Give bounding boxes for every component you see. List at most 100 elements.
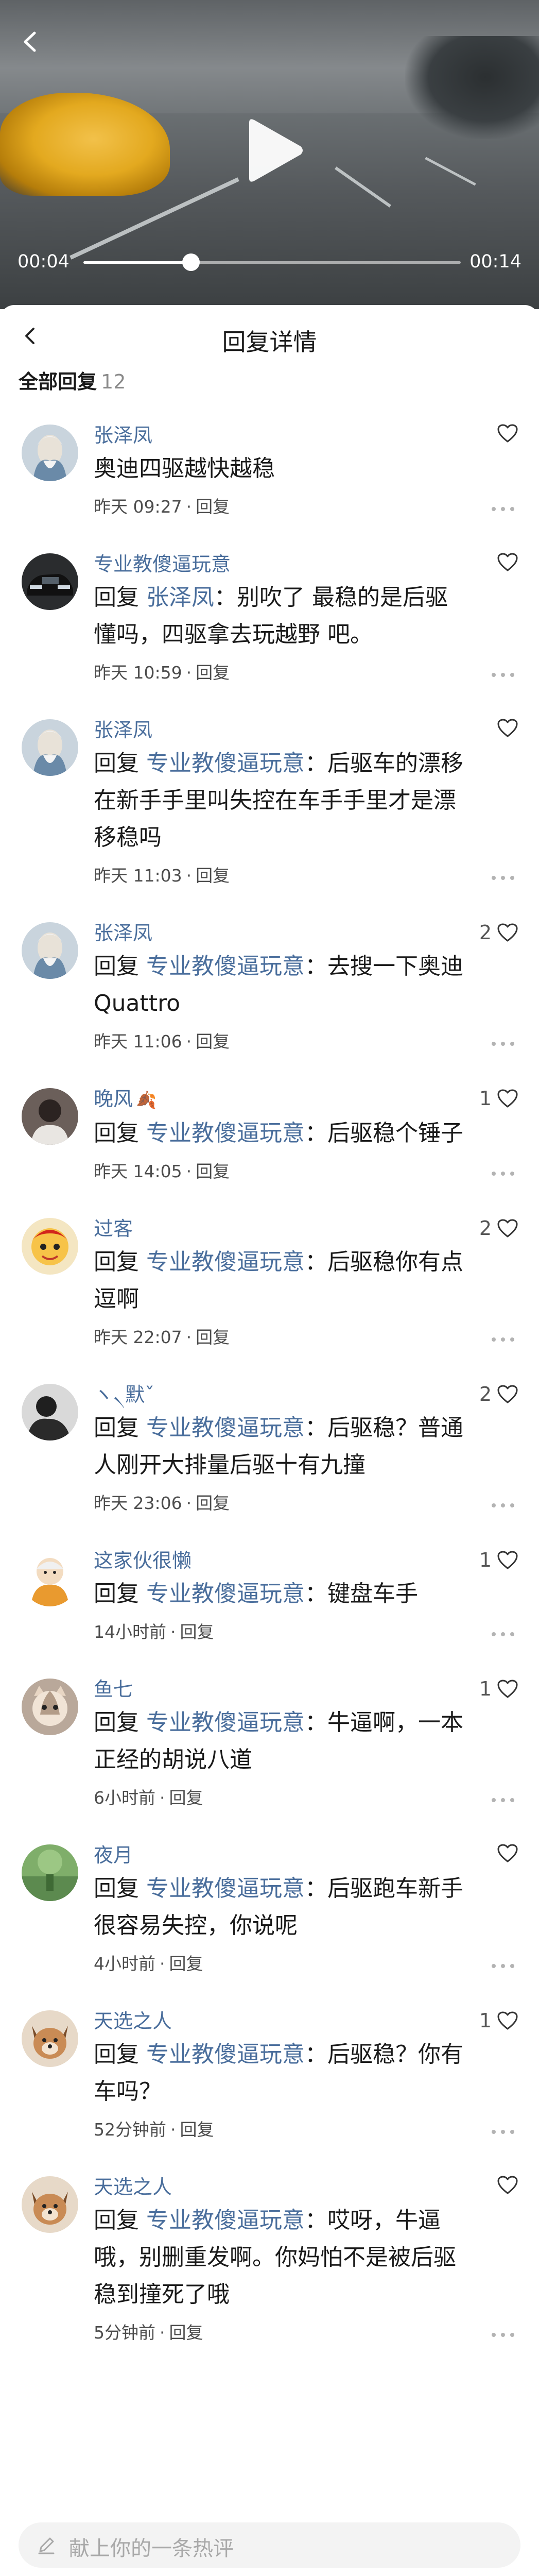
comment-item[interactable]: 张泽凤 回复 专业教傻逼玩意：后驱车的漂移在新手手里叫失控在车手手里才是漂移稳吗昨… — [0, 708, 539, 911]
comment-item[interactable]: 过客 回复 专业教傻逼玩意：后驱稳你有点逗啊 昨天 22:07 · 回复 2 — [0, 1207, 539, 1372]
more-options-icon[interactable] — [491, 1797, 515, 1803]
back-arrow-icon[interactable] — [18, 29, 43, 55]
reply-button[interactable]: 回复 — [196, 1493, 230, 1513]
username-text[interactable]: 夜月 — [94, 1844, 133, 1867]
comment-item[interactable]: 这家伙很懒 回复 专业教傻逼玩意：键盘车手 14小时前 · 回复 1 — [0, 1538, 539, 1667]
username-text[interactable]: 天选之人 — [94, 2176, 172, 2198]
username-text[interactable]: 专业教傻逼玩意 — [94, 553, 231, 575]
avatar[interactable] — [22, 425, 78, 481]
more-options-icon[interactable] — [491, 1171, 515, 1177]
avatar[interactable] — [22, 1088, 78, 1145]
mention-link[interactable]: 专业教傻逼玩意 — [146, 953, 305, 979]
comment-item[interactable]: 专业教傻逼玩意 回复 张泽凤：别吹了 最稳的是后驱懂吗，四驱拿去玩越野 吧。 昨天 … — [0, 542, 539, 708]
like-button[interactable] — [497, 423, 518, 443]
avatar[interactable] — [22, 1844, 78, 1901]
reply-button[interactable]: 回复 — [180, 1622, 214, 1642]
reply-button[interactable]: 回复 — [196, 1327, 230, 1347]
more-options-icon[interactable] — [491, 1041, 515, 1047]
username-text[interactable]: 这家伙很懒 — [94, 1549, 192, 1572]
reply-button[interactable]: 回复 — [196, 1161, 230, 1181]
username[interactable]: 晚风 🍂 — [94, 1080, 518, 1115]
comment-item[interactable]: ヽ৲默ˇ 回复 专业教傻逼玩意：后驱稳？普通人刚开大排量后驱十有九撞 昨天 23:0… — [0, 1372, 539, 1538]
mention-link[interactable]: 专业教傻逼玩意 — [146, 1415, 305, 1441]
avatar[interactable] — [22, 1550, 78, 1606]
like-button[interactable] — [497, 552, 518, 572]
mention-link[interactable]: 专业教傻逼玩意 — [146, 1120, 305, 1146]
mention-link[interactable]: 张泽凤 — [146, 584, 214, 611]
username[interactable]: 天选之人 — [94, 2002, 518, 2036]
more-options-icon[interactable] — [491, 2129, 515, 2135]
play-icon[interactable] — [242, 117, 305, 183]
username[interactable]: 过客 — [94, 1210, 518, 1244]
username[interactable]: 张泽凤 — [94, 416, 518, 450]
more-options-icon[interactable] — [491, 1631, 515, 1637]
avatar[interactable] — [22, 2176, 78, 2233]
comment-item[interactable]: 鱼七 回复 专业教傻逼玩意：牛逼啊，一本正经的胡说八道 6小时前 · 回复 1 — [0, 1667, 539, 1833]
like-button[interactable]: 2 — [479, 1217, 518, 1240]
comment-item[interactable]: 天选之人 回复 专业教傻逼玩意：后驱稳？你有车吗？ 52分钟前 · 回复 1 — [0, 1999, 539, 2165]
more-options-icon[interactable] — [491, 2332, 515, 2338]
mention-link[interactable]: 专业教傻逼玩意 — [146, 1581, 305, 1607]
comment-input[interactable]: 献上你的一条热评 — [19, 2522, 520, 2568]
more-options-icon[interactable] — [491, 1336, 515, 1343]
username-text[interactable]: 张泽凤 — [94, 719, 152, 741]
more-options-icon[interactable] — [491, 1502, 515, 1509]
username[interactable]: 天选之人 — [94, 2168, 518, 2202]
more-options-icon[interactable] — [491, 506, 515, 512]
like-button[interactable] — [497, 2175, 518, 2195]
avatar[interactable] — [22, 1218, 78, 1275]
username[interactable]: 鱼七 — [94, 1670, 518, 1704]
more-options-icon[interactable] — [491, 875, 515, 881]
like-button[interactable]: 2 — [479, 921, 518, 944]
mention-link[interactable]: 专业教傻逼玩意 — [146, 2207, 305, 2233]
video-player[interactable]: 00:04 00:14 — [0, 0, 539, 309]
like-button[interactable] — [497, 718, 518, 738]
avatar[interactable] — [22, 922, 78, 979]
avatar[interactable] — [22, 2010, 78, 2067]
mention-link[interactable]: 专业教傻逼玩意 — [146, 1249, 305, 1275]
mention-link[interactable]: 专业教傻逼玩意 — [146, 2041, 305, 2067]
avatar[interactable] — [22, 719, 78, 776]
comment-item[interactable]: 张泽凤 回复 专业教傻逼玩意：去搜一下奥迪Quattro 昨天 11:06 · 回复 2 — [0, 911, 539, 1077]
comment-item[interactable]: 张泽凤 奥迪四驱越快越稳 昨天 09:27 · 回复 — [0, 413, 539, 542]
reply-button[interactable]: 回复 — [196, 663, 230, 683]
progress-bar[interactable] — [83, 253, 461, 271]
like-button[interactable]: 1 — [479, 2009, 518, 2032]
username-text[interactable]: 晚风 — [94, 1088, 133, 1110]
avatar[interactable] — [22, 1384, 78, 1440]
reply-button[interactable]: 回复 — [169, 1954, 203, 1974]
username-text[interactable]: 张泽凤 — [94, 922, 152, 944]
username[interactable]: 夜月 — [94, 1836, 518, 1870]
username[interactable]: 这家伙很懒 — [94, 1541, 518, 1575]
like-button[interactable]: 1 — [479, 1549, 518, 1571]
mention-link[interactable]: 专业教傻逼玩意 — [146, 750, 305, 776]
reply-button[interactable]: 回复 — [196, 866, 230, 886]
username-text[interactable]: 天选之人 — [94, 2010, 172, 2032]
username[interactable]: 张泽凤 — [94, 914, 518, 948]
reply-button[interactable]: 回复 — [196, 1031, 230, 1052]
mention-link[interactable]: 专业教傻逼玩意 — [146, 1709, 305, 1736]
like-button[interactable]: 1 — [479, 1087, 518, 1110]
like-button[interactable]: 2 — [479, 1383, 518, 1405]
progress-knob[interactable] — [182, 253, 200, 271]
comment-item[interactable]: 晚风 🍂 回复 专业教傻逼玩意：后驱稳个锤子 昨天 14:05 · 回复 1 — [0, 1077, 539, 1207]
avatar[interactable] — [22, 1679, 78, 1735]
username[interactable]: ヽ৲默ˇ — [94, 1376, 518, 1410]
reply-button[interactable]: 回复 — [180, 2120, 214, 2140]
more-options-icon[interactable] — [491, 672, 515, 678]
username[interactable]: 张泽凤 — [94, 711, 518, 745]
username-text[interactable]: 鱼七 — [94, 1678, 133, 1701]
comment-item[interactable]: 天选之人 回复 专业教傻逼玩意：哎呀，牛逼哦，别删重发啊。你妈怕不是被后驱稳到撞死… — [0, 2165, 539, 2368]
reply-button[interactable]: 回复 — [169, 1788, 203, 1808]
like-button[interactable]: 1 — [479, 1677, 518, 1700]
username[interactable]: 专业教傻逼玩意 — [94, 545, 518, 579]
reply-button[interactable]: 回复 — [169, 2323, 203, 2343]
username-text[interactable]: 张泽凤 — [94, 424, 152, 447]
reply-button[interactable]: 回复 — [196, 497, 230, 517]
more-options-icon[interactable] — [491, 1963, 515, 1969]
username-text[interactable]: 过客 — [94, 1217, 133, 1240]
like-button[interactable] — [497, 1843, 518, 1863]
avatar[interactable] — [22, 553, 78, 610]
mention-link[interactable]: 专业教傻逼玩意 — [146, 1875, 305, 1902]
username-text[interactable]: ヽ৲默ˇ — [94, 1383, 154, 1406]
